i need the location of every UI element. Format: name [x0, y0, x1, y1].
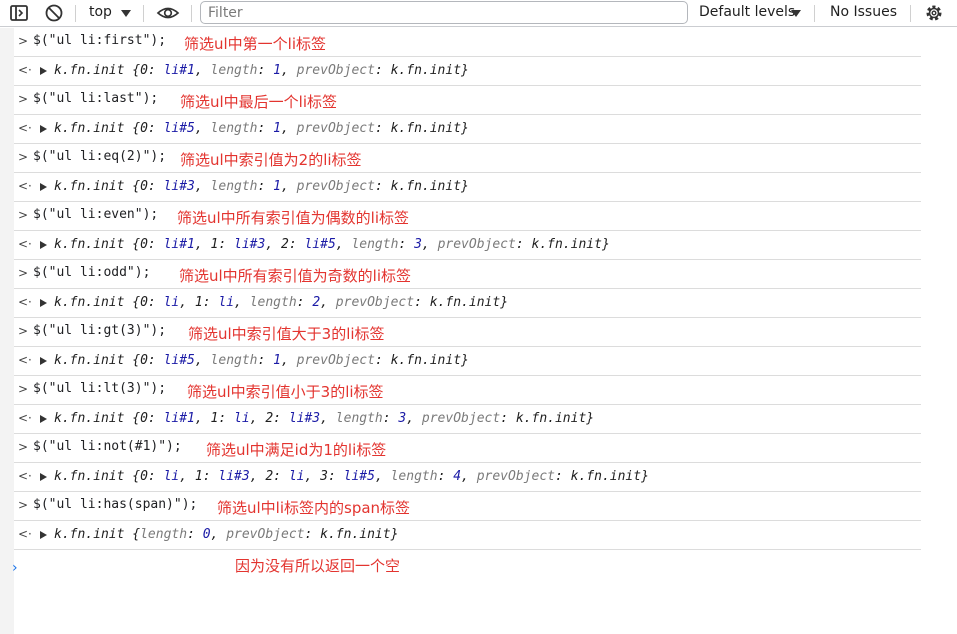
console-input-row: > $("ul li:odd"); 筛选ul中所有索引值为奇数的li标签: [14, 260, 921, 289]
chevron-right-icon: >: [18, 92, 29, 106]
console-input-row: > $("ul li:not(#1)"); 筛选ul中满足id为1的li标签: [14, 434, 921, 463]
output-object[interactable]: k.fn.init {0: li#3, length: 1, prevObjec…: [54, 179, 469, 194]
console-output-row[interactable]: <· k.fn.init {0: li#1, length: 1, prevObj…: [14, 57, 921, 86]
input-code: $("ul li:eq(2)");: [33, 149, 167, 164]
console-input-row: > $("ul li:even"); 筛选ul中所有索引值为偶数的li标签: [14, 202, 921, 231]
clear-console-icon[interactable]: [44, 3, 64, 23]
expand-triangle-icon[interactable]: [40, 125, 47, 133]
console-output-row[interactable]: <· k.fn.init {length: 0, prevObject: k.fn…: [14, 521, 921, 550]
console-toolbar: top Default levels No Issues: [0, 0, 957, 27]
return-arrow-icon: <·: [18, 179, 32, 193]
console-prompt-icon[interactable]: ›: [12, 560, 18, 576]
expand-triangle-icon[interactable]: [40, 357, 47, 365]
issues-counter[interactable]: No Issues: [830, 4, 897, 20]
expand-triangle-icon[interactable]: [40, 415, 47, 423]
console-output-row[interactable]: <· k.fn.init {0: li, 1: li#3, 2: li, 3: l…: [14, 463, 921, 492]
output-object[interactable]: k.fn.init {0: li#1, 1: li, 2: li#3, leng…: [54, 411, 594, 426]
return-arrow-icon: <·: [18, 63, 32, 77]
output-object[interactable]: k.fn.init {0: li, 1: li, length: 2, prev…: [54, 295, 508, 310]
annotation-note: 筛选ul中最后一个li标签: [180, 93, 338, 111]
output-object[interactable]: k.fn.init {0: li#1, length: 1, prevObjec…: [54, 63, 469, 78]
annotation-note: 筛选ul中第一个li标签: [184, 35, 327, 53]
gear-icon[interactable]: [924, 3, 944, 23]
console-input-row: > $("ul li:eq(2)"); 筛选ul中索引值为2的li标签: [14, 144, 921, 173]
sidebar-toggle-icon[interactable]: [9, 3, 29, 23]
chevron-right-icon: >: [18, 150, 29, 164]
console-input-row: > $("ul li:last"); 筛选ul中最后一个li标签: [14, 86, 921, 115]
return-arrow-icon: <·: [18, 353, 32, 367]
annotation-note: 筛选ul中索引值为2的li标签: [180, 151, 362, 169]
console-input-row: > $("ul li:has(span)"); 筛选ul中li标签内的span标签: [14, 492, 921, 521]
chevron-right-icon: >: [18, 440, 29, 454]
toolbar-separator: [191, 5, 192, 22]
output-object[interactable]: k.fn.init {0: li#1, 1: li#3, 2: li#5, le…: [54, 237, 610, 252]
chevron-down-icon[interactable]: [791, 10, 801, 17]
chevron-right-icon: >: [18, 324, 29, 338]
chevron-right-icon: >: [18, 208, 29, 222]
input-code: $("ul li:gt(3)");: [33, 323, 167, 338]
annotation-note: 筛选ul中所有索引值为奇数的li标签: [179, 267, 412, 285]
input-code: $("ul li:odd");: [33, 265, 151, 280]
console-output-row[interactable]: <· k.fn.init {0: li#1, 1: li, 2: li#3, le…: [14, 405, 921, 434]
console-output-row[interactable]: <· k.fn.init {0: li, 1: li, length: 2, pr…: [14, 289, 921, 318]
console-messages: > $("ul li:first"); 筛选ul中第一个li标签 <· k.fn.ini…: [0, 28, 957, 634]
annotation-note: 因为没有所以返回一个空: [235, 557, 401, 575]
console-output-row[interactable]: <· k.fn.init {0: li#5, length: 1, prevObj…: [14, 115, 921, 144]
toolbar-separator: [143, 5, 144, 22]
return-arrow-icon: <·: [18, 121, 32, 135]
return-arrow-icon: <·: [18, 469, 32, 483]
log-levels-dropdown[interactable]: Default levels: [699, 4, 795, 20]
output-object[interactable]: k.fn.init {0: li, 1: li#3, 2: li, 3: li#…: [54, 469, 649, 484]
chevron-right-icon: >: [18, 266, 29, 280]
console-output-row[interactable]: <· k.fn.init {0: li#5, length: 1, prevObj…: [14, 347, 921, 376]
toolbar-separator: [910, 5, 911, 22]
return-arrow-icon: <·: [18, 237, 32, 251]
expand-triangle-icon[interactable]: [40, 473, 47, 481]
input-code: $("ul li:first");: [33, 33, 167, 48]
filter-input[interactable]: [200, 1, 688, 24]
expand-triangle-icon[interactable]: [40, 299, 47, 307]
console-output-row[interactable]: <· k.fn.init {0: li#3, length: 1, prevObj…: [14, 173, 921, 202]
output-object[interactable]: k.fn.init {length: 0, prevObject: k.fn.i…: [54, 527, 398, 542]
expand-triangle-icon[interactable]: [40, 531, 47, 539]
console-input-row: > $("ul li:gt(3)"); 筛选ul中索引值大于3的li标签: [14, 318, 921, 347]
chevron-down-icon[interactable]: [121, 10, 131, 17]
return-arrow-icon: <·: [18, 411, 32, 425]
console-input-row: > $("ul li:lt(3)"); 筛选ul中索引值小于3的li标签: [14, 376, 921, 405]
toolbar-separator: [814, 5, 815, 22]
chevron-right-icon: >: [18, 34, 29, 48]
output-object[interactable]: k.fn.init {0: li#5, length: 1, prevObjec…: [54, 353, 469, 368]
return-arrow-icon: <·: [18, 527, 32, 541]
input-code: $("ul li:has(span)");: [33, 497, 198, 512]
expand-triangle-icon[interactable]: [40, 183, 47, 191]
annotation-note: 筛选ul中li标签内的span标签: [217, 499, 411, 517]
return-arrow-icon: <·: [18, 295, 32, 309]
expand-triangle-icon[interactable]: [40, 241, 47, 249]
input-code: $("ul li:last");: [33, 91, 159, 106]
annotation-note: 筛选ul中所有索引值为偶数的li标签: [177, 209, 410, 227]
annotation-note: 筛选ul中索引值大于3的li标签: [188, 325, 385, 343]
output-object[interactable]: k.fn.init {0: li#5, length: 1, prevObjec…: [54, 121, 469, 136]
annotation-note: 筛选ul中索引值小于3的li标签: [187, 383, 384, 401]
input-code: $("ul li:lt(3)");: [33, 381, 167, 396]
console-output-row[interactable]: <· k.fn.init {0: li#1, 1: li#3, 2: li#5, …: [14, 231, 921, 260]
eye-icon[interactable]: [156, 3, 180, 23]
chevron-right-icon: >: [18, 498, 29, 512]
annotation-note: 筛选ul中满足id为1的li标签: [206, 441, 387, 459]
input-code: $("ul li:not(#1)");: [33, 439, 182, 454]
chevron-right-icon: >: [18, 382, 29, 396]
expand-triangle-icon[interactable]: [40, 67, 47, 75]
input-code: $("ul li:even");: [33, 207, 159, 222]
context-selector[interactable]: top: [89, 4, 112, 20]
console-gutter: [0, 28, 14, 634]
console-input-row: > $("ul li:first"); 筛选ul中第一个li标签: [14, 28, 921, 57]
toolbar-separator: [75, 5, 76, 22]
